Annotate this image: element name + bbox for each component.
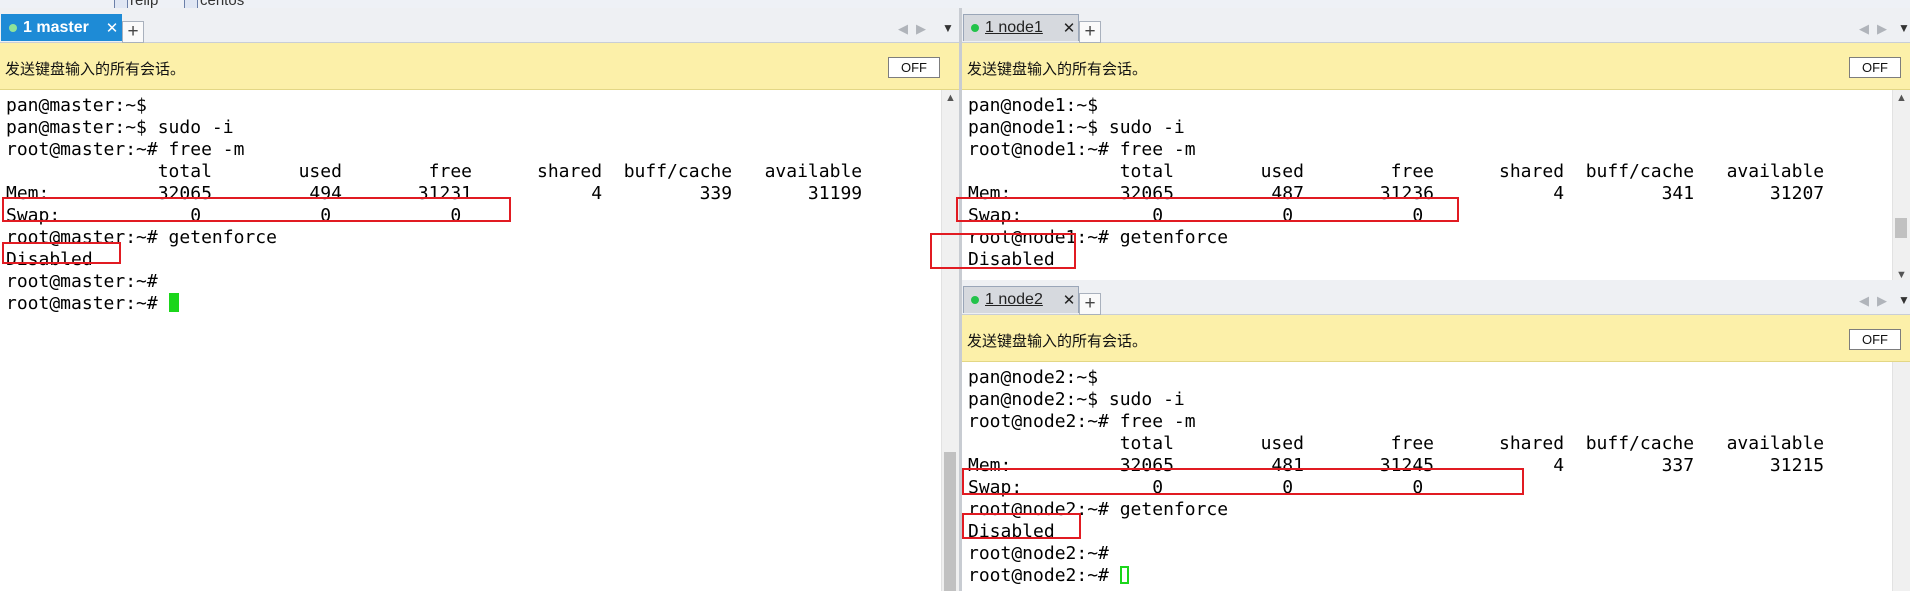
scroll-up-icon[interactable]: ▲: [945, 92, 956, 104]
terminal-line: pan@master:~$: [6, 95, 147, 116]
master-scrollbar[interactable]: ▲: [941, 90, 959, 591]
swap-highlight-box: [956, 197, 1459, 222]
new-tab-button[interactable]: +: [122, 21, 144, 43]
terminal-line: root@master:~#: [6, 271, 158, 292]
node1-session-pane: 1 node1 ✕ + ◀▶ ▼ 发送键盘输入的所有会话。 OFF pan@no…: [962, 8, 1910, 283]
node1-terminal[interactable]: pan@node1:~$ pan@node1:~$ sudo -i root@n…: [962, 90, 1892, 283]
terminal-prompt-line: root@node2:~#: [968, 565, 1129, 587]
send-input-notice-bar: 发送键盘输入的所有会话。 OFF: [0, 43, 959, 90]
terminal-prompt: root@master:~#: [6, 293, 169, 314]
master-terminal[interactable]: pan@master:~$ pan@master:~$ sudo -i root…: [0, 90, 941, 591]
terminal-line: pan@master:~$ sudo -i: [6, 117, 234, 138]
send-input-notice-bar: 发送键盘输入的所有会话。 OFF: [962, 43, 1910, 90]
terminal-line: pan@node1:~$ sudo -i: [968, 117, 1185, 138]
node2-session-pane: 1 node2 ✕ + ◀▶ ▼ 发送键盘输入的所有会话。 OFF pan@no…: [962, 280, 1910, 591]
notice-text: 发送键盘输入的所有会话。: [967, 61, 1148, 78]
close-tab-icon[interactable]: ✕: [1060, 19, 1078, 37]
session-folder-icon: [114, 0, 128, 8]
tab-list-dropdown-icon[interactable]: ▼: [1898, 21, 1910, 35]
tab-scroll-arrows-icon[interactable]: ◀▶: [1859, 293, 1895, 309]
send-input-notice-bar: 发送键盘输入的所有会话。 OFF: [962, 315, 1910, 362]
tab-master[interactable]: 1 master ✕: [1, 14, 122, 41]
terminal-line: root@node1:~# free -m: [968, 139, 1196, 160]
terminal-line: pan@node2:~$: [968, 367, 1099, 388]
connected-dot-icon: [971, 296, 979, 304]
bookmark-centos[interactable]: centos: [200, 0, 244, 8]
tab-label: 1 master: [23, 19, 89, 36]
terminal-line: total used free shared buff/cache availa…: [968, 433, 1825, 454]
terminal-line: root@node2:~#: [968, 543, 1109, 564]
send-input-off-button[interactable]: OFF: [1849, 329, 1901, 350]
terminal-prompt: root@node2:~#: [968, 565, 1120, 586]
notice-text: 发送键盘输入的所有会话。: [5, 61, 186, 78]
new-tab-button[interactable]: +: [1079, 293, 1101, 315]
connected-dot-icon: [971, 24, 979, 32]
send-input-off-button[interactable]: OFF: [1849, 57, 1901, 78]
tab-label: 1 node2: [985, 291, 1043, 308]
scroll-up-icon[interactable]: ▲: [1896, 92, 1907, 104]
tab-node2[interactable]: 1 node2 ✕: [963, 286, 1079, 313]
tab-scroll-arrows-icon[interactable]: ◀▶: [898, 21, 934, 37]
close-tab-icon[interactable]: ✕: [103, 19, 121, 37]
bookmark-relip[interactable]: relip: [130, 0, 158, 8]
terminal-cursor: [1119, 566, 1129, 584]
tab-list-dropdown-icon[interactable]: ▼: [942, 21, 954, 35]
node1-tab-bar: 1 node1 ✕ + ◀▶ ▼: [962, 8, 1910, 43]
selinux-highlight-box: [2, 242, 121, 264]
swap-highlight-box: [2, 197, 511, 222]
terminal-prompt-line: root@master:~#: [6, 293, 179, 315]
master-session-pane: 1 master ✕ + ◀▶ ▼ 发送键盘输入的所有会话。 OFF pan@m…: [0, 8, 959, 591]
selinux-highlight-box: [930, 233, 1076, 269]
session-folder-icon: [184, 0, 198, 8]
master-tab-bar: 1 master ✕ + ◀▶ ▼: [0, 8, 959, 43]
selinux-highlight-box: [962, 513, 1081, 539]
terminal-line: root@node2:~# free -m: [968, 411, 1196, 432]
scrollbar-thumb[interactable]: [1895, 218, 1907, 238]
terminal-line: root@master:~# free -m: [6, 139, 245, 160]
terminal-line: total used free shared buff/cache availa…: [6, 161, 863, 182]
connected-dot-icon: [9, 24, 17, 32]
tab-label: 1 node1: [985, 19, 1043, 36]
terminal-line: pan@node2:~$ sudo -i: [968, 389, 1185, 410]
scrollbar-thumb[interactable]: [944, 452, 956, 591]
close-tab-icon[interactable]: ✕: [1060, 291, 1078, 309]
new-tab-button[interactable]: +: [1079, 21, 1101, 43]
terminal-cursor: [168, 293, 179, 312]
bookmark-bar: relip centos: [0, 0, 1910, 8]
notice-text: 发送键盘输入的所有会话。: [967, 333, 1148, 350]
node2-tab-bar: 1 node2 ✕ + ◀▶ ▼: [962, 280, 1910, 315]
tab-node1[interactable]: 1 node1 ✕: [963, 14, 1079, 41]
tab-scroll-arrows-icon[interactable]: ◀▶: [1859, 21, 1895, 37]
send-input-off-button[interactable]: OFF: [888, 57, 940, 78]
swap-highlight-box: [962, 468, 1524, 495]
node1-scrollbar[interactable]: ▲ ▼: [1892, 90, 1910, 283]
node2-scrollbar[interactable]: [1892, 362, 1910, 591]
terminal-line: pan@node1:~$: [968, 95, 1099, 116]
tab-list-dropdown-icon[interactable]: ▼: [1898, 293, 1910, 307]
terminal-line: total used free shared buff/cache availa…: [968, 161, 1825, 182]
